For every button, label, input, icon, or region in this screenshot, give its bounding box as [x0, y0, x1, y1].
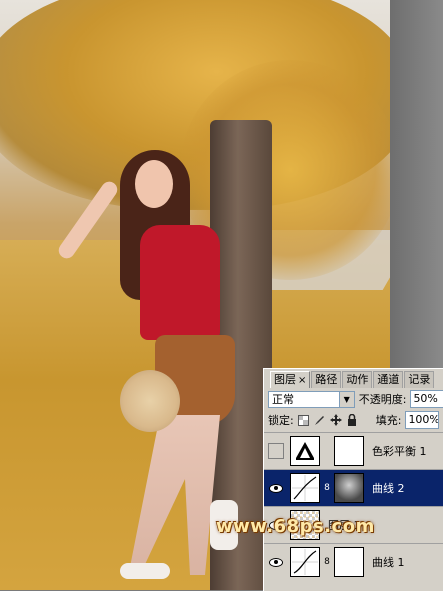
link-icon: 8 — [324, 557, 330, 567]
panel-tabs: 图层 × 路径 动作 通道 记录 — [264, 369, 443, 388]
lock-transparent-icon[interactable] — [298, 414, 310, 426]
layer-name: 色彩平衡 1 — [372, 445, 427, 458]
curves-icon — [290, 547, 320, 577]
shoe — [120, 563, 170, 579]
layer-name: 曲线 2 — [372, 482, 405, 495]
close-icon[interactable]: × — [298, 375, 306, 386]
layers-panel: 图层 × 路径 动作 通道 记录 正常 ▼ 不透明度: 50% 锁定: 填充: 1… — [263, 368, 443, 591]
eye-icon[interactable] — [268, 480, 284, 496]
tab-channels[interactable]: 通道 — [373, 371, 404, 388]
tab-label: 路径 — [315, 373, 338, 386]
fill-label: 填充: — [375, 414, 402, 427]
layer-mask-thumbnail[interactable] — [334, 547, 364, 577]
opacity-input[interactable]: 50% — [410, 390, 443, 408]
layer-row-color-balance[interactable]: 色彩平衡 1 — [264, 432, 443, 469]
woman-face — [135, 160, 173, 208]
watermark-text: www.68ps.com — [216, 516, 375, 537]
lock-move-icon[interactable] — [329, 414, 342, 426]
chevron-down-icon[interactable]: ▼ — [338, 391, 354, 407]
lock-row: 锁定: 填充: 100% — [264, 410, 443, 430]
layer-row-curves-1[interactable]: 8 曲线 1 — [264, 543, 443, 580]
tab-history[interactable]: 记录 — [404, 371, 435, 388]
lock-brush-icon[interactable] — [314, 414, 326, 426]
eye-icon[interactable] — [268, 554, 284, 570]
layer-mask-thumbnail[interactable] — [334, 473, 364, 503]
blend-mode-select[interactable]: 正常 ▼ — [268, 390, 355, 408]
color-balance-icon — [290, 436, 320, 466]
tab-actions[interactable]: 动作 — [342, 371, 373, 388]
layers-list: 色彩平衡 1 8 曲线 2 图层 1 8 曲线 1 — [264, 432, 443, 580]
tab-layers[interactable]: 图层 × — [270, 371, 311, 388]
blend-row: 正常 ▼ 不透明度: 50% — [264, 388, 443, 410]
curves-icon — [290, 473, 320, 503]
straw-hat — [120, 370, 180, 432]
link-icon: 8 — [324, 483, 330, 493]
layer-row-curves-2[interactable]: 8 曲线 2 — [264, 469, 443, 506]
layer-mask-thumbnail[interactable] — [334, 436, 364, 466]
fill-input[interactable]: 100% — [405, 411, 440, 429]
red-shirt — [140, 225, 220, 340]
tab-label: 动作 — [346, 373, 369, 386]
opacity-label: 不透明度: — [358, 393, 407, 406]
lock-all-icon[interactable] — [346, 414, 358, 426]
blend-mode-value: 正常 — [272, 393, 294, 406]
tab-label: 记录 — [408, 373, 431, 386]
tab-label: 图层 — [274, 373, 296, 386]
tab-paths[interactable]: 路径 — [311, 371, 342, 388]
tab-label: 通道 — [377, 373, 400, 386]
layer-name: 曲线 1 — [372, 556, 405, 569]
visibility-toggle[interactable] — [268, 443, 284, 459]
lock-label: 锁定: — [268, 414, 294, 427]
